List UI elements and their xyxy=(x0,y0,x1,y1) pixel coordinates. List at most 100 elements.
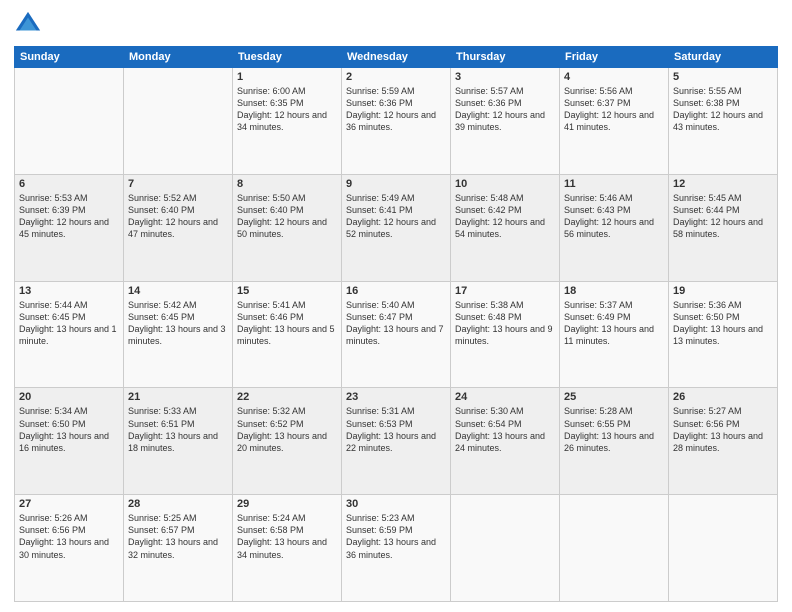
day-cell: 12 Sunrise: 5:45 AM Sunset: 6:44 PM Dayli… xyxy=(669,174,778,281)
logo xyxy=(14,10,46,38)
day-cell: 23Sunrise: 5:31 AM Sunset: 6:53 PM Dayli… xyxy=(342,388,451,495)
day-cell: 30 Sunrise: 5:23 AM Sunset: 6:59 PM Dayli… xyxy=(342,495,451,602)
day-number: 21 xyxy=(128,391,228,403)
day-number: 10 xyxy=(455,178,555,190)
day-number: 29 xyxy=(237,498,337,510)
day-info: Sunrise: 5:27 AM Sunset: 6:56 PM Dayligh… xyxy=(673,405,773,454)
header-row: SundayMondayTuesdayWednesdayThursdayFrid… xyxy=(15,47,778,68)
day-cell: 2 Sunrise: 5:59 AM Sunset: 6:36 PM Daylig… xyxy=(342,68,451,175)
day-cell xyxy=(124,68,233,175)
day-info: Sunrise: 5:53 AM Sunset: 6:39 PM Dayligh… xyxy=(19,192,119,241)
day-info: Sunrise: 6:00 AM Sunset: 6:35 PM Dayligh… xyxy=(237,85,337,134)
day-number: 20 xyxy=(19,391,119,403)
day-number: 9 xyxy=(346,178,446,190)
logo-icon xyxy=(14,10,42,38)
day-cell: 6 Sunrise: 5:53 AM Sunset: 6:39 PM Daylig… xyxy=(15,174,124,281)
day-number: 24 xyxy=(455,391,555,403)
day-cell: 9 Sunrise: 5:49 AM Sunset: 6:41 PM Daylig… xyxy=(342,174,451,281)
day-number: 22 xyxy=(237,391,337,403)
day-number: 13 xyxy=(19,285,119,297)
day-header-saturday: Saturday xyxy=(669,47,778,68)
day-cell: 8Sunrise: 5:50 AM Sunset: 6:40 PM Daylig… xyxy=(233,174,342,281)
day-info: Sunrise: 5:38 AM Sunset: 6:48 PM Dayligh… xyxy=(455,299,555,348)
day-info: Sunrise: 5:36 AM Sunset: 6:50 PM Dayligh… xyxy=(673,299,773,348)
day-cell: 28Sunrise: 5:25 AM Sunset: 6:57 PM Dayli… xyxy=(124,495,233,602)
day-number: 11 xyxy=(564,178,664,190)
day-cell: 19 Sunrise: 5:36 AM Sunset: 6:50 PM Dayli… xyxy=(669,281,778,388)
day-info: Sunrise: 5:46 AM Sunset: 6:43 PM Dayligh… xyxy=(564,192,664,241)
day-info: Sunrise: 5:40 AM Sunset: 6:47 PM Dayligh… xyxy=(346,299,446,348)
day-header-friday: Friday xyxy=(560,47,669,68)
week-row-5: 27Sunrise: 5:26 AM Sunset: 6:56 PM Dayli… xyxy=(15,495,778,602)
calendar-body: 1 Sunrise: 6:00 AM Sunset: 6:35 PM Daylig… xyxy=(15,68,778,602)
day-info: Sunrise: 5:23 AM Sunset: 6:59 PM Dayligh… xyxy=(346,512,446,561)
day-info: Sunrise: 5:26 AM Sunset: 6:56 PM Dayligh… xyxy=(19,512,119,561)
day-info: Sunrise: 5:45 AM Sunset: 6:44 PM Dayligh… xyxy=(673,192,773,241)
day-number: 18 xyxy=(564,285,664,297)
day-cell: 26 Sunrise: 5:27 AM Sunset: 6:56 PM Dayli… xyxy=(669,388,778,495)
day-cell: 25 Sunrise: 5:28 AM Sunset: 6:55 PM Dayli… xyxy=(560,388,669,495)
day-info: Sunrise: 5:24 AM Sunset: 6:58 PM Dayligh… xyxy=(237,512,337,561)
day-cell: 29 Sunrise: 5:24 AM Sunset: 6:58 PM Dayli… xyxy=(233,495,342,602)
day-header-wednesday: Wednesday xyxy=(342,47,451,68)
day-info: Sunrise: 5:59 AM Sunset: 6:36 PM Dayligh… xyxy=(346,85,446,134)
day-cell: 13Sunrise: 5:44 AM Sunset: 6:45 PM Dayli… xyxy=(15,281,124,388)
day-number: 12 xyxy=(673,178,773,190)
day-number: 8 xyxy=(237,178,337,190)
day-cell: 1 Sunrise: 6:00 AM Sunset: 6:35 PM Daylig… xyxy=(233,68,342,175)
day-cell xyxy=(560,495,669,602)
week-row-2: 6 Sunrise: 5:53 AM Sunset: 6:39 PM Daylig… xyxy=(15,174,778,281)
day-cell: 27Sunrise: 5:26 AM Sunset: 6:56 PM Dayli… xyxy=(15,495,124,602)
calendar-header: SundayMondayTuesdayWednesdayThursdayFrid… xyxy=(15,47,778,68)
day-number: 2 xyxy=(346,71,446,83)
day-info: Sunrise: 5:48 AM Sunset: 6:42 PM Dayligh… xyxy=(455,192,555,241)
day-number: 25 xyxy=(564,391,664,403)
header xyxy=(14,10,778,38)
day-cell: 17 Sunrise: 5:38 AM Sunset: 6:48 PM Dayli… xyxy=(451,281,560,388)
day-cell: 3 Sunrise: 5:57 AM Sunset: 6:36 PM Daylig… xyxy=(451,68,560,175)
day-cell xyxy=(15,68,124,175)
day-number: 7 xyxy=(128,178,228,190)
calendar-table: SundayMondayTuesdayWednesdayThursdayFrid… xyxy=(14,46,778,602)
day-cell: 20 Sunrise: 5:34 AM Sunset: 6:50 PM Dayli… xyxy=(15,388,124,495)
day-cell: 10 Sunrise: 5:48 AM Sunset: 6:42 PM Dayli… xyxy=(451,174,560,281)
day-number: 26 xyxy=(673,391,773,403)
day-info: Sunrise: 5:37 AM Sunset: 6:49 PM Dayligh… xyxy=(564,299,664,348)
day-cell xyxy=(451,495,560,602)
day-cell: 21 Sunrise: 5:33 AM Sunset: 6:51 PM Dayli… xyxy=(124,388,233,495)
day-number: 4 xyxy=(564,71,664,83)
day-info: Sunrise: 5:49 AM Sunset: 6:41 PM Dayligh… xyxy=(346,192,446,241)
day-cell xyxy=(669,495,778,602)
day-number: 1 xyxy=(237,71,337,83)
day-info: Sunrise: 5:25 AM Sunset: 6:57 PM Dayligh… xyxy=(128,512,228,561)
day-info: Sunrise: 5:52 AM Sunset: 6:40 PM Dayligh… xyxy=(128,192,228,241)
day-cell: 18 Sunrise: 5:37 AM Sunset: 6:49 PM Dayli… xyxy=(560,281,669,388)
day-cell: 5Sunrise: 5:55 AM Sunset: 6:38 PM Daylig… xyxy=(669,68,778,175)
day-info: Sunrise: 5:31 AM Sunset: 6:53 PM Dayligh… xyxy=(346,405,446,454)
day-header-monday: Monday xyxy=(124,47,233,68)
week-row-3: 13Sunrise: 5:44 AM Sunset: 6:45 PM Dayli… xyxy=(15,281,778,388)
day-cell: 22 Sunrise: 5:32 AM Sunset: 6:52 PM Dayli… xyxy=(233,388,342,495)
day-info: Sunrise: 5:56 AM Sunset: 6:37 PM Dayligh… xyxy=(564,85,664,134)
day-info: Sunrise: 5:33 AM Sunset: 6:51 PM Dayligh… xyxy=(128,405,228,454)
day-header-thursday: Thursday xyxy=(451,47,560,68)
day-number: 16 xyxy=(346,285,446,297)
day-cell: 14Sunrise: 5:42 AM Sunset: 6:45 PM Dayli… xyxy=(124,281,233,388)
day-header-tuesday: Tuesday xyxy=(233,47,342,68)
day-cell: 11 Sunrise: 5:46 AM Sunset: 6:43 PM Dayli… xyxy=(560,174,669,281)
day-info: Sunrise: 5:32 AM Sunset: 6:52 PM Dayligh… xyxy=(237,405,337,454)
day-info: Sunrise: 5:34 AM Sunset: 6:50 PM Dayligh… xyxy=(19,405,119,454)
day-cell: 7 Sunrise: 5:52 AM Sunset: 6:40 PM Daylig… xyxy=(124,174,233,281)
day-number: 30 xyxy=(346,498,446,510)
day-info: Sunrise: 5:55 AM Sunset: 6:38 PM Dayligh… xyxy=(673,85,773,134)
day-info: Sunrise: 5:30 AM Sunset: 6:54 PM Dayligh… xyxy=(455,405,555,454)
day-number: 15 xyxy=(237,285,337,297)
day-number: 17 xyxy=(455,285,555,297)
day-info: Sunrise: 5:57 AM Sunset: 6:36 PM Dayligh… xyxy=(455,85,555,134)
day-info: Sunrise: 5:28 AM Sunset: 6:55 PM Dayligh… xyxy=(564,405,664,454)
day-number: 3 xyxy=(455,71,555,83)
day-cell: 4 Sunrise: 5:56 AM Sunset: 6:37 PM Daylig… xyxy=(560,68,669,175)
day-number: 19 xyxy=(673,285,773,297)
day-info: Sunrise: 5:42 AM Sunset: 6:45 PM Dayligh… xyxy=(128,299,228,348)
day-number: 6 xyxy=(19,178,119,190)
